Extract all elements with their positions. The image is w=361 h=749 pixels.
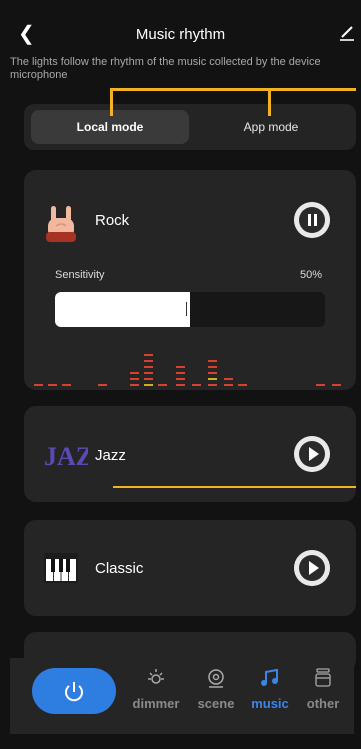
rhythm-card-classic[interactable]: Classic — [24, 520, 356, 616]
sensitivity-value: 50% — [300, 269, 323, 281]
music-note-icon — [261, 668, 278, 686]
sensitivity-thumb[interactable] — [186, 302, 187, 316]
nav-item-scene[interactable]: scene — [188, 668, 244, 711]
play-icon[interactable] — [294, 436, 330, 472]
pause-icon[interactable] — [294, 202, 330, 238]
annotation-line — [113, 486, 356, 488]
rock-hand-icon — [46, 206, 76, 242]
annotation-line — [268, 88, 271, 116]
nav-item-music[interactable]: music — [242, 668, 298, 711]
other-stack-icon — [315, 668, 331, 687]
bottom-nav: dimmer scene music other — [10, 658, 354, 734]
equalizer-visual — [34, 354, 341, 386]
nav-label-music: music — [251, 696, 289, 711]
play-icon[interactable] — [294, 550, 330, 586]
nav-label-dimmer: dimmer — [132, 696, 180, 711]
rhythm-name-classic: Classic — [95, 560, 144, 577]
sensitivity-slider[interactable] — [55, 292, 325, 327]
nav-label-scene: scene — [197, 696, 235, 711]
piano-keys-icon — [44, 553, 78, 583]
page-title: Music rhythm — [135, 26, 226, 43]
nav-item-dimmer[interactable]: dimmer — [128, 668, 184, 711]
sensitivity-fill — [55, 292, 190, 327]
mode-switch: Local mode App mode — [24, 104, 356, 150]
edit-pencil-icon[interactable] — [339, 24, 355, 42]
rhythm-card-rock[interactable]: Rock Sensitivity 50% — [24, 170, 356, 390]
scene-target-icon — [208, 669, 224, 688]
power-button[interactable] — [32, 668, 116, 714]
rhythm-name-rock: Rock — [95, 212, 130, 229]
sun-icon — [148, 669, 164, 684]
power-icon — [65, 682, 83, 702]
header: ❮ Music rhythm — [0, 0, 361, 52]
annotation-line — [110, 88, 356, 91]
svg-text:JAZZ: JAZZ — [44, 442, 88, 470]
annotation-line — [110, 88, 113, 116]
tab-app-mode[interactable]: App mode — [196, 110, 346, 144]
sensitivity-label: Sensitivity — [55, 269, 105, 281]
nav-item-other[interactable]: other — [295, 668, 351, 711]
jazz-logo-icon: JAZZ — [44, 442, 88, 470]
rhythm-name-jazz: Jazz — [95, 447, 126, 464]
page-description: The lights follow the rhythm of the musi… — [10, 56, 321, 81]
nav-label-other: other — [306, 696, 340, 711]
